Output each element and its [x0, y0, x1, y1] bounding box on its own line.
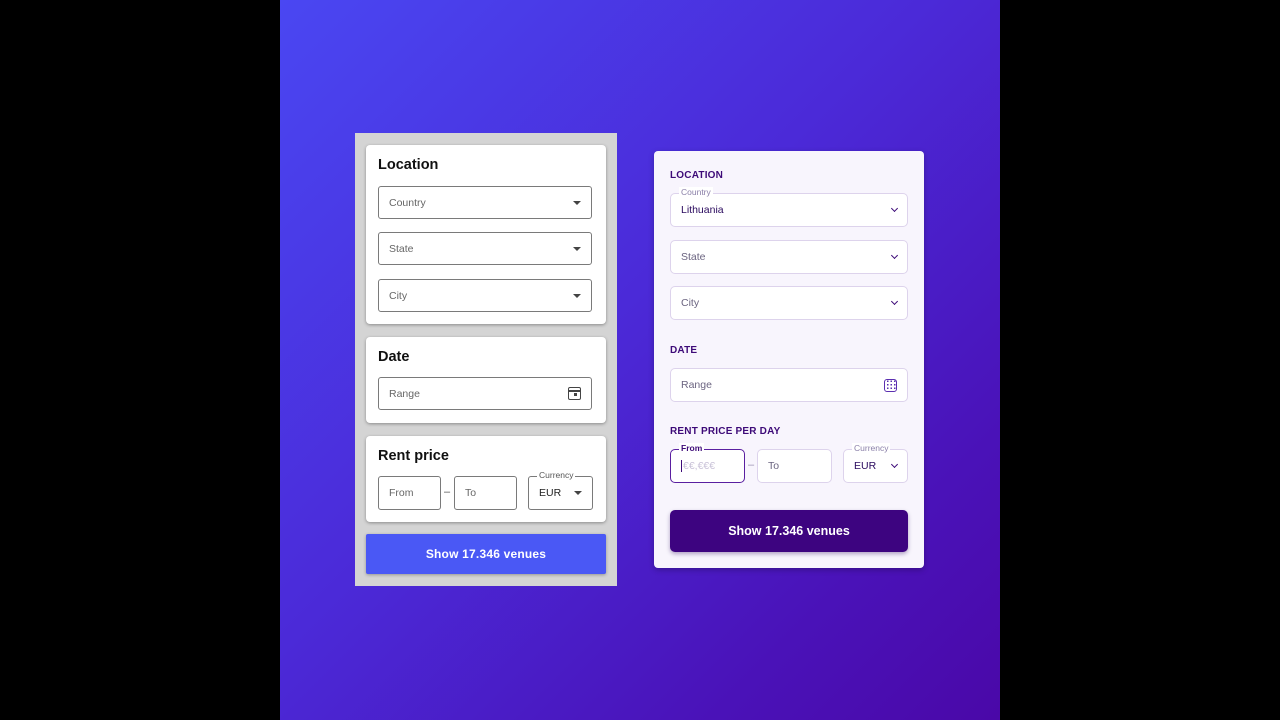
country-label: Country — [679, 187, 713, 197]
gradient-backdrop: Location Country State City Date Range R… — [280, 0, 1000, 720]
caret-down-icon — [573, 293, 581, 298]
location-title: Location — [378, 157, 439, 173]
price-to-input[interactable]: To — [757, 449, 832, 483]
chevron-down-icon — [890, 460, 899, 469]
price-from-placeholder: €€,€€€ — [681, 460, 716, 472]
range-dash: – — [444, 486, 451, 498]
caret-down-icon — [573, 200, 581, 205]
currency-label: Currency — [537, 470, 576, 480]
country-value: Lithuania — [681, 204, 724, 216]
price-to-placeholder: To — [465, 487, 477, 499]
show-venues-button[interactable]: Show 17.346 venues — [366, 534, 606, 574]
material-filter-panel: Location Country State City Date Range R… — [355, 133, 617, 586]
calendar-icon[interactable] — [884, 378, 897, 392]
caret-down-icon — [574, 491, 582, 495]
range-dash: – — [748, 459, 755, 471]
caret-down-icon — [573, 246, 581, 251]
chevron-down-icon — [890, 297, 899, 306]
price-from-placeholder: From — [389, 487, 414, 499]
date-range-placeholder: Range — [681, 379, 712, 391]
currency-value: EUR — [539, 487, 562, 499]
date-card: Date Range — [366, 337, 606, 423]
calendar-icon[interactable] — [568, 387, 581, 400]
chevron-down-icon — [890, 204, 899, 213]
price-from-label: From — [679, 443, 705, 453]
chevron-down-icon — [890, 251, 899, 260]
price-from-input[interactable]: From €€,€€€ — [670, 443, 745, 483]
state-placeholder: State — [681, 251, 706, 263]
price-from-input[interactable]: From — [378, 476, 441, 510]
price-to-input[interactable]: To — [454, 476, 517, 510]
state-select[interactable]: State — [670, 240, 908, 274]
currency-select[interactable]: Currency EUR — [528, 470, 593, 510]
city-placeholder: City — [389, 289, 408, 302]
date-section-title: DATE — [670, 345, 698, 356]
currency-value: EUR — [854, 460, 877, 472]
rent-price-section-title: RENT PRICE PER DAY — [670, 426, 781, 437]
custom-filter-panel: LOCATION Country Lithuania State City DA… — [654, 151, 924, 568]
rent-price-card: Rent price From – To Currency EUR — [366, 436, 606, 522]
state-placeholder: State — [389, 242, 414, 255]
city-select[interactable]: City — [670, 286, 908, 320]
date-title: Date — [378, 349, 410, 365]
currency-label: Currency — [852, 443, 891, 453]
country-select[interactable]: Country Lithuania — [670, 187, 908, 227]
location-card: Location Country State City — [366, 145, 606, 324]
country-placeholder: Country — [389, 196, 426, 209]
currency-select[interactable]: Currency EUR — [843, 443, 908, 483]
date-range-input[interactable]: Range — [378, 377, 592, 410]
date-range-placeholder: Range — [389, 387, 420, 400]
state-select[interactable]: State — [378, 232, 592, 265]
rent-price-title: Rent price — [378, 448, 449, 464]
date-range-input[interactable]: Range — [670, 368, 908, 402]
show-venues-button[interactable]: Show 17.346 venues — [670, 510, 908, 552]
price-to-placeholder: To — [768, 460, 780, 472]
city-placeholder: City — [681, 297, 700, 309]
city-select[interactable]: City — [378, 279, 592, 312]
country-select[interactable]: Country — [378, 186, 592, 219]
location-section-title: LOCATION — [670, 170, 724, 181]
